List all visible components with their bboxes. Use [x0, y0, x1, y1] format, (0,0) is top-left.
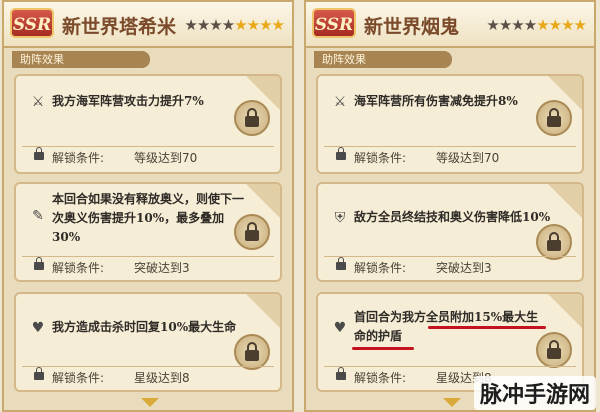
support-effect-card[interactable]: ⚔ 我方海军阵营攻击力提升7% 解锁条件: 等级达到70: [14, 74, 282, 174]
rarity-badge: SSR: [10, 8, 54, 38]
hero-name: 新世界烟鬼: [364, 16, 460, 38]
support-effect-card[interactable]: ♥ 我方造成击杀时回复10%最大生命 解锁条件: 星级达到8: [14, 292, 282, 392]
small-lock-icon: [34, 147, 44, 160]
support-effect-card[interactable]: ⛨ 敌方全员终结技和奥义伤害降低10% 解锁条件: 突破达到3: [316, 182, 584, 282]
support-effect-card[interactable]: ⚔ 海军阵营所有伤害减免提升8% 解锁条件: 等级达到70: [316, 74, 584, 174]
attack-up-icon: ⚔: [31, 94, 45, 110]
heart-icon: ♥: [31, 320, 45, 336]
highlight-underline: [352, 347, 414, 350]
left-hero-panel: SSR 新世界塔希米 ★★★★★★★★ 助阵效果 ⚔ 我方海军阵营攻击力提升7%…: [2, 0, 294, 412]
small-lock-icon: [336, 367, 346, 380]
unlock-condition: 解锁条件: 突破达到3: [324, 256, 576, 279]
unlock-condition: 解锁条件: 等级达到70: [324, 146, 576, 169]
lock-icon[interactable]: [234, 214, 270, 250]
scroll-down-arrow-icon[interactable]: [443, 398, 461, 407]
feather-icon: ✎: [32, 208, 44, 224]
site-watermark: 脉冲手游网: [473, 376, 596, 410]
effect-text: 我方海军阵营攻击力提升7%: [52, 94, 204, 108]
section-title: 助阵效果: [314, 51, 452, 68]
heart-icon: ♥: [333, 320, 347, 336]
unlock-condition: 解锁条件: 突破达到3: [22, 256, 274, 279]
small-lock-icon: [336, 147, 346, 160]
effect-text: 敌方全员终结技和奥义伤害降低10%: [354, 210, 551, 224]
effect-text: 海军阵营所有伤害减免提升8%: [354, 94, 518, 108]
lock-icon[interactable]: [234, 100, 270, 136]
shield-icon: ⛨: [334, 210, 346, 226]
small-lock-icon: [34, 257, 44, 270]
rarity-badge: SSR: [312, 8, 356, 38]
star-rating: ★★★★★★★★: [486, 16, 587, 34]
right-hero-panel: SSR 新世界烟鬼 ★★★★★★★★ 助阵效果 ⚔ 海军阵营所有伤害减免提升8%…: [304, 0, 596, 412]
section-title: 助阵效果: [12, 51, 150, 68]
small-lock-icon: [336, 257, 346, 270]
highlight-underline: [428, 326, 546, 329]
unlock-condition: 解锁条件: 星级达到8: [22, 366, 274, 389]
lock-icon[interactable]: [536, 224, 572, 260]
effect-text: 我方造成击杀时回复10%最大生命: [52, 320, 237, 334]
small-lock-icon: [34, 367, 44, 380]
lock-icon[interactable]: [234, 334, 270, 370]
hero-name: 新世界塔希米: [62, 16, 177, 38]
hero-header: SSR 新世界烟鬼 ★★★★★★★★: [306, 2, 594, 48]
star-rating: ★★★★★★★★: [184, 16, 285, 34]
scroll-down-arrow-icon[interactable]: [141, 398, 159, 407]
lock-icon[interactable]: [536, 332, 572, 368]
hero-header: SSR 新世界塔希米 ★★★★★★★★: [4, 2, 292, 48]
defense-up-icon: ⚔: [333, 94, 347, 110]
unlock-condition: 解锁条件: 等级达到70: [22, 146, 274, 169]
support-effect-card[interactable]: ✎ 本回合如果没有释放奥义，则使下一次奥义伤害提升10%，最多叠加30% 解锁条…: [14, 182, 282, 282]
effect-text: 本回合如果没有释放奥义，则使下一次奥义伤害提升10%，最多叠加30%: [52, 192, 245, 244]
lock-icon[interactable]: [536, 100, 572, 136]
